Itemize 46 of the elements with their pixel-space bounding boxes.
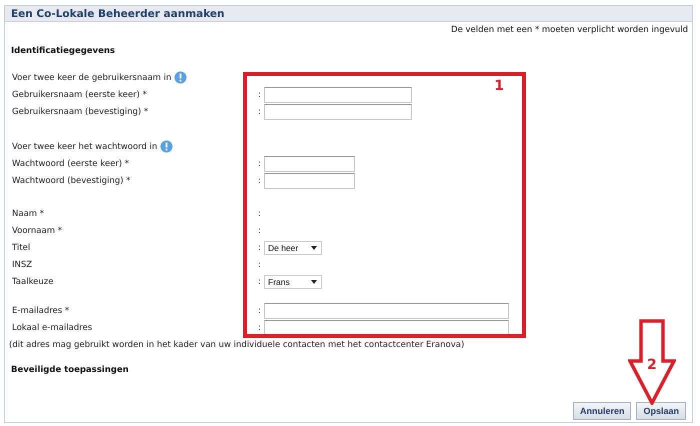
text-field[interactable] [264,86,412,102]
caret-icon [311,280,317,284]
field-label: Wachtwoord (bevestiging) * [12,176,132,186]
colon: : [258,322,262,332]
field-label: Voornaam * [12,226,63,236]
colon: : [258,242,262,252]
instruction-text: Voer twee keer de gebruikersnaam in [12,72,172,82]
dropdown[interactable]: Frans [264,274,322,288]
section-title: Beveiligde toepassingen [11,365,129,375]
field-label: Gebruikersnaam (bevestiging) * [12,106,150,116]
text-field[interactable] [264,172,355,188]
colon: : [258,106,262,116]
step-number: 2 [647,357,657,373]
colon: : [258,158,262,168]
field-label: INSZ [12,260,34,270]
colon: : [258,276,262,286]
cancel-button[interactable]: Annuleren [572,402,632,420]
info-icon[interactable] [160,140,174,153]
field-label: Taalkeuze [12,276,54,286]
field-label: Wachtwoord (eerste keer) * [12,158,130,168]
down-arrow-icon [628,319,676,405]
required-note: De velden met een * moeten verplicht worden ingevuld [451,24,689,35]
info-icon[interactable] [174,71,188,84]
field-label: Gebruikersnaam (eerste keer) * [12,90,148,100]
field-label: Lokaal e-mailadres [12,322,94,332]
email-note: (dit adres mag gebruikt worden in het kader van uw individuele contacten met het contactcenter Eranova) [8,339,466,352]
text-field[interactable] [264,320,509,336]
field-label: Titel [12,242,32,252]
colon: : [258,226,262,236]
text-field[interactable] [264,104,412,120]
field-label: Naam * [12,208,46,218]
dropdown[interactable]: De heer [264,240,322,254]
text-field[interactable] [264,302,509,318]
field-label: E-mailadres * [12,306,70,316]
section-title: Identificatiegegevens [11,46,115,56]
step-number: 1 [494,78,504,94]
colon: : [258,176,262,186]
caret-icon [311,246,317,250]
colon: : [258,90,262,100]
colon: : [258,208,262,218]
text-field[interactable] [264,156,355,172]
colon: : [258,306,262,316]
instruction-text: Voer twee keer het wachtwoord in [12,142,158,152]
panel-title: Een Co-Lokale Beheerder aanmaken [5,6,692,22]
save-button[interactable]: Opslaan [636,402,686,420]
colon: : [258,260,262,270]
